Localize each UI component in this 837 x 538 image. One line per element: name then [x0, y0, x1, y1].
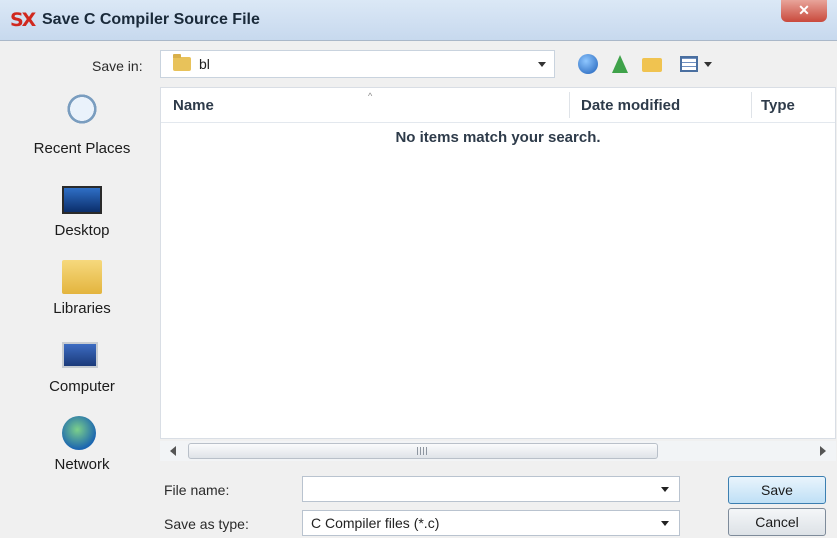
column-header-type[interactable]: Type [761, 97, 795, 114]
libraries-icon [62, 260, 102, 294]
place-network[interactable]: Network [8, 416, 156, 486]
scroll-thumb[interactable] [188, 443, 658, 459]
sort-indicator-icon: ^ [368, 91, 373, 101]
view-menu-icon[interactable] [676, 52, 716, 76]
horizontal-scrollbar[interactable] [160, 441, 836, 461]
empty-message: No items match your search. [395, 129, 601, 146]
places-bar: Recent Places Desktop Libraries Computer… [8, 86, 156, 486]
new-folder-icon[interactable] [640, 52, 666, 76]
save-in-dropdown[interactable]: bl [160, 50, 555, 78]
save-as-type-dropdown[interactable]: C Compiler files (*.c) [302, 510, 680, 536]
cancel-button[interactable]: Cancel [728, 508, 826, 536]
folder-icon [173, 54, 191, 71]
place-label: Desktop [54, 222, 110, 239]
dialog-title: Save C Compiler Source File [42, 11, 260, 28]
column-header-name[interactable]: Name [173, 97, 214, 114]
column-header-date-modified[interactable]: Date modified [581, 97, 680, 114]
file-name-label: File name: [164, 482, 230, 498]
place-label: Computer [49, 378, 115, 395]
place-label: Recent Places [33, 140, 131, 157]
scroll-left-icon[interactable] [170, 446, 176, 456]
computer-icon [62, 342, 98, 368]
chevron-down-icon[interactable] [661, 487, 669, 492]
back-icon[interactable] [576, 52, 600, 76]
place-recent-places[interactable]: Recent Places [8, 92, 156, 162]
up-folder-icon[interactable] [608, 52, 632, 76]
file-list[interactable]: Name ^ Date modified Type No items match… [160, 87, 836, 439]
save-in-value: bl [199, 56, 210, 72]
desktop-icon [62, 186, 102, 214]
column-divider[interactable] [569, 92, 570, 118]
file-list-header: Name ^ Date modified Type [161, 88, 835, 123]
app-icon: SX [10, 9, 36, 31]
save-as-type-value: C Compiler files (*.c) [311, 515, 440, 531]
grip-icon [417, 447, 429, 455]
network-icon [62, 416, 96, 450]
place-libraries[interactable]: Libraries [8, 260, 156, 330]
chevron-down-icon[interactable] [538, 62, 546, 67]
file-name-input[interactable] [302, 476, 680, 502]
place-label: Network [54, 456, 110, 473]
save-as-type-label: Save as type: [164, 516, 249, 532]
close-button[interactable]: ✕ [781, 0, 827, 22]
save-button[interactable]: Save [728, 476, 826, 504]
title-bar[interactable]: SX Save C Compiler Source File ✕ [0, 0, 837, 41]
scroll-right-icon[interactable] [820, 446, 826, 456]
place-computer[interactable]: Computer [8, 340, 156, 410]
save-in-label: Save in: [92, 58, 143, 74]
recent-places-icon [62, 92, 102, 126]
place-label: Libraries [53, 300, 111, 317]
column-divider[interactable] [751, 92, 752, 118]
save-dialog: SX Save C Compiler Source File ✕ Save in… [0, 0, 837, 538]
place-desktop[interactable]: Desktop [8, 184, 156, 254]
chevron-down-icon[interactable] [661, 521, 669, 526]
